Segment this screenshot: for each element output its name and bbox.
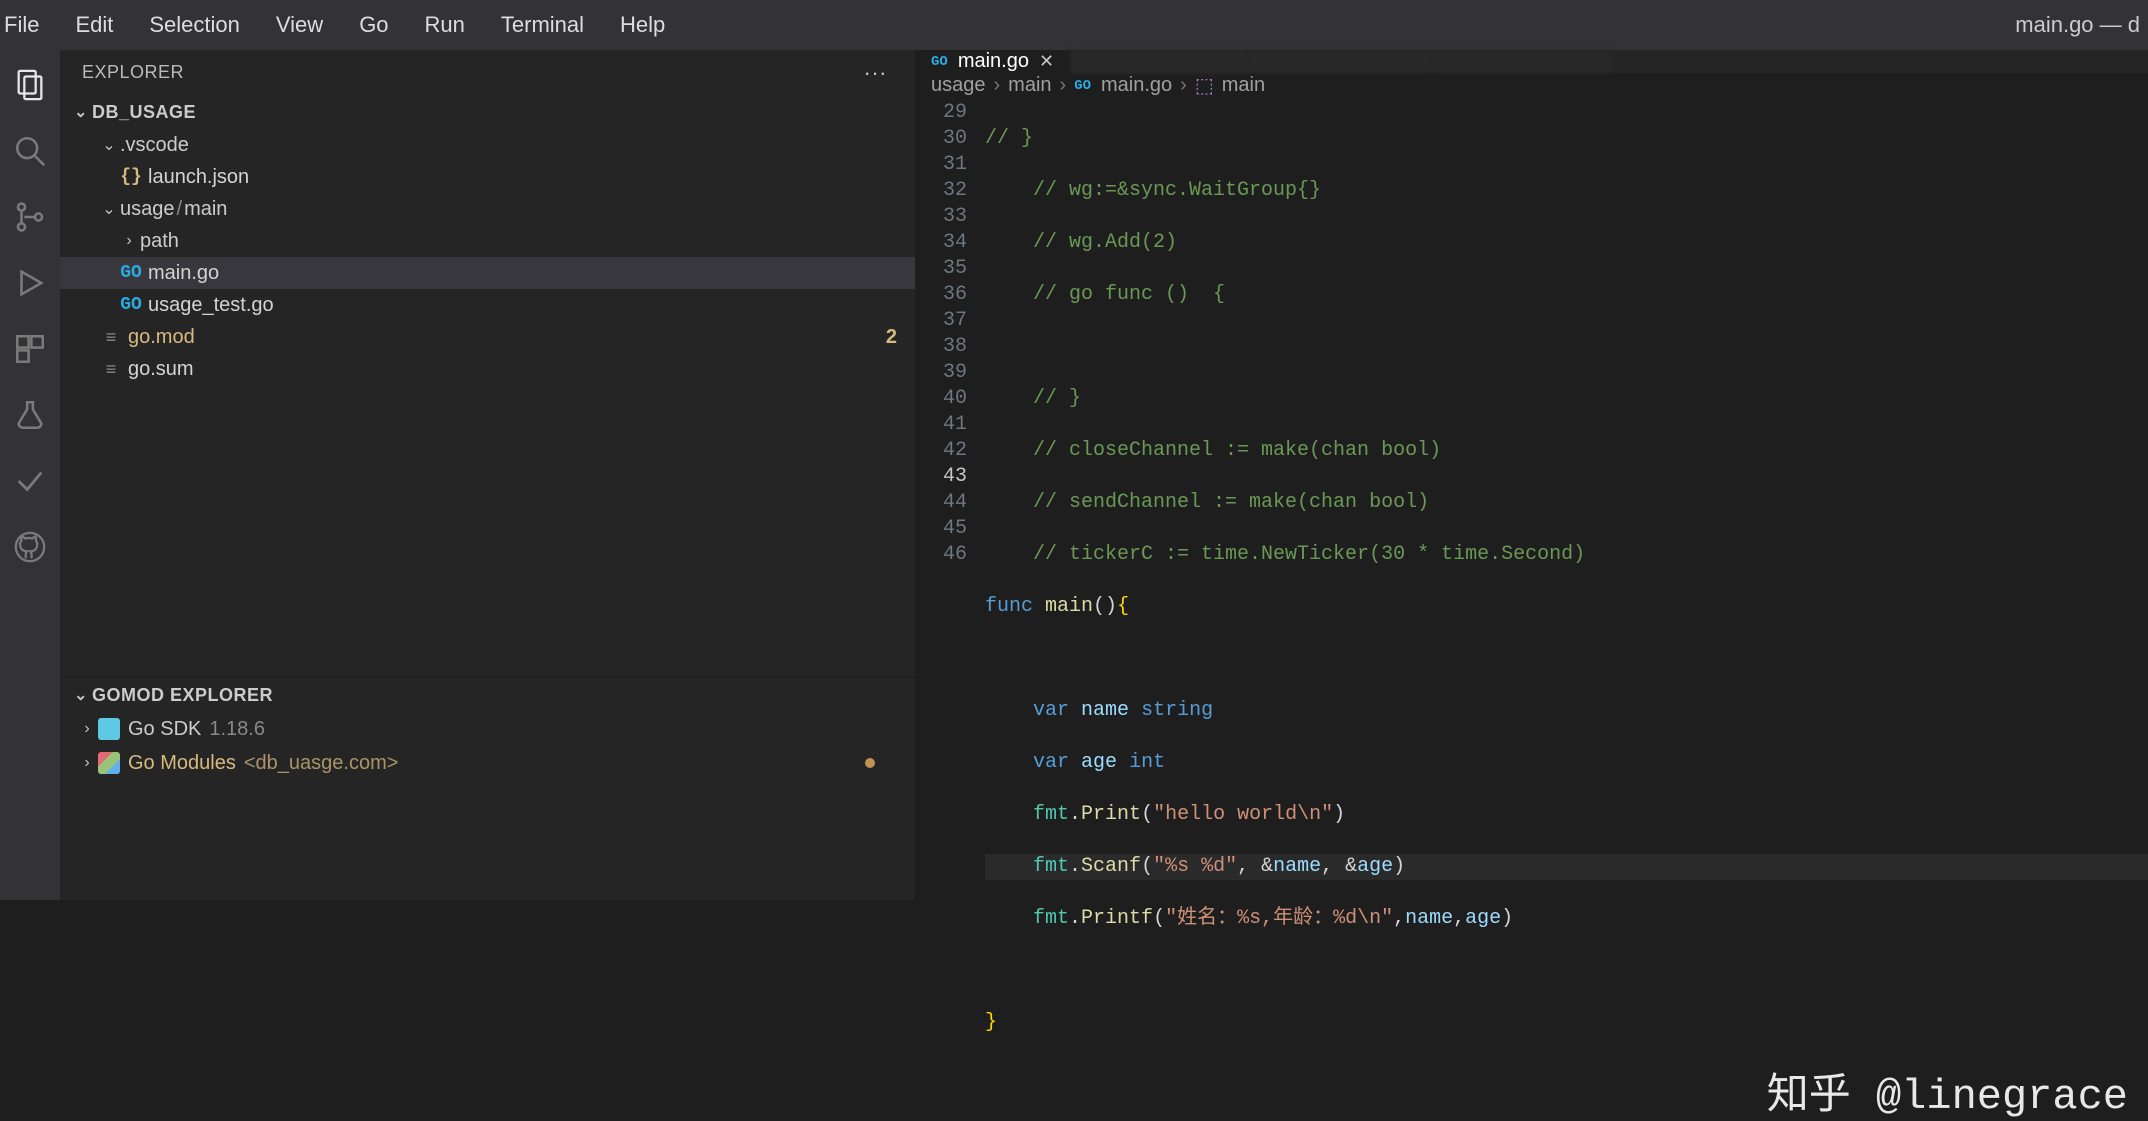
breadcrumb-main-go[interactable]: main.go: [1101, 74, 1172, 97]
menu-edit[interactable]: Edit: [57, 0, 131, 50]
activity-bar: [0, 50, 60, 900]
tree-file-go-mod[interactable]: ≡ go.mod 2: [60, 321, 915, 353]
workbench: EXPLORER ··· ⌄ DB_USAGE ⌄ .vscode {} lau…: [0, 50, 2148, 900]
watermark-text: 知乎 @linegrace: [1767, 1084, 2128, 1110]
code-editor[interactable]: 29303132 33343536 37383940 41424344 4546…: [915, 98, 2148, 1114]
gomod-section-title: GOMOD EXPLORER: [92, 685, 273, 706]
go-file-icon: GO: [118, 263, 144, 283]
sidebar-more-actions-icon[interactable]: ···: [864, 60, 893, 86]
go-file-icon: GO: [1074, 78, 1091, 94]
chevron-down-icon: ⌄: [98, 135, 120, 155]
chevron-right-icon: ›: [76, 720, 98, 738]
chevron-right-icon: ›: [76, 754, 98, 772]
folder-main-label: main: [184, 198, 227, 220]
breadcrumb-sep-icon: ›: [1060, 74, 1067, 97]
editor-group: GO main.go ✕ usage › main › GO main.go ›…: [915, 50, 2148, 900]
sidebar-title: EXPLORER ···: [60, 50, 915, 95]
chevron-down-icon: ⌄: [70, 685, 92, 705]
file-icon: ≡: [98, 327, 124, 348]
go-file-icon: GO: [931, 54, 948, 70]
menu-selection[interactable]: Selection: [131, 0, 258, 50]
activity-explorer-icon[interactable]: [11, 66, 49, 104]
go-file-icon: GO: [118, 295, 144, 315]
breadcrumb[interactable]: usage › main › GO main.go › ⬚ main: [915, 73, 2148, 98]
tree-folder-path[interactable]: › path: [60, 225, 915, 257]
menu-file[interactable]: File: [0, 0, 57, 50]
json-icon: {}: [118, 167, 144, 187]
tree-file-go-sum[interactable]: ≡ go.sum: [60, 353, 915, 385]
tree-file-launch-json[interactable]: {} launch.json: [60, 161, 915, 193]
breadcrumb-usage[interactable]: usage: [931, 74, 986, 97]
tab-main-go[interactable]: GO main.go ✕: [915, 50, 1071, 73]
tree-file-usage-test-go[interactable]: GO usage_test.go: [60, 289, 915, 321]
window-title: main.go — d: [2015, 12, 2148, 38]
close-icon[interactable]: ✕: [1039, 51, 1054, 72]
activity-run-debug-icon[interactable]: [11, 264, 49, 302]
gomod-go-sdk[interactable]: › Go SDK 1.18.6: [60, 712, 915, 746]
line-number-gutter: 29303132 33343536 37383940 41424344 4546: [915, 98, 985, 1114]
activity-search-icon[interactable]: [11, 132, 49, 170]
activity-github-icon[interactable]: [11, 528, 49, 566]
activity-source-control-icon[interactable]: [11, 198, 49, 236]
gomod-explorer-section: ⌄ GOMOD EXPLORER › Go SDK 1.18.6 › Go Mo…: [60, 677, 915, 900]
menu-terminal[interactable]: Terminal: [483, 0, 602, 50]
chevron-down-icon: ⌄: [70, 102, 92, 122]
tab-hidden-1[interactable]: [1071, 50, 1251, 73]
modules-icon: [98, 752, 120, 774]
breadcrumb-sep-icon: ›: [1180, 74, 1187, 97]
breadcrumb-main-folder[interactable]: main: [1008, 74, 1051, 97]
folder-usage-label: usage: [120, 198, 175, 220]
menu-view[interactable]: View: [258, 0, 341, 50]
activity-testing-icon[interactable]: [11, 396, 49, 434]
symbol-package-icon: ⬚: [1195, 73, 1214, 98]
module-status-dot-icon: [865, 758, 875, 768]
gomod-section-header[interactable]: ⌄ GOMOD EXPLORER: [60, 678, 915, 712]
gopher-icon: [98, 718, 120, 740]
gomod-go-modules[interactable]: › Go Modules <db_uasge.com>: [60, 746, 915, 780]
tab-hidden-2[interactable]: [1251, 50, 1431, 73]
tree-file-main-go[interactable]: GO main.go: [60, 257, 915, 289]
tree-folder-vscode[interactable]: ⌄ .vscode: [60, 129, 915, 161]
chevron-right-icon: ›: [118, 232, 140, 250]
menu-help[interactable]: Help: [602, 0, 683, 50]
file-tree: ⌄ .vscode {} launch.json ⌄ usage/main › …: [60, 129, 915, 385]
project-header[interactable]: ⌄ DB_USAGE: [60, 95, 915, 129]
breadcrumb-symbol-main[interactable]: main: [1222, 74, 1265, 97]
tab-label: main.go: [958, 50, 1029, 73]
menu-run[interactable]: Run: [407, 0, 483, 50]
project-name: DB_USAGE: [92, 102, 196, 123]
activity-check-icon[interactable]: [11, 462, 49, 500]
code-content[interactable]: // } // wg:=&sync.WaitGroup{} // wg.Add(…: [985, 98, 2148, 1114]
tree-folder-usage-main[interactable]: ⌄ usage/main: [60, 193, 915, 225]
menu-go[interactable]: Go: [341, 0, 406, 50]
editor-tab-bar: GO main.go ✕: [915, 50, 2148, 73]
breadcrumb-sep-icon: ›: [994, 74, 1001, 97]
modification-badge: 2: [886, 326, 897, 349]
sidebar-title-label: EXPLORER: [82, 62, 864, 83]
tab-hidden-3[interactable]: [1431, 50, 1611, 73]
sidebar: EXPLORER ··· ⌄ DB_USAGE ⌄ .vscode {} lau…: [60, 50, 915, 900]
chevron-down-icon: ⌄: [98, 199, 120, 219]
file-icon: ≡: [98, 359, 124, 380]
menu-bar: File Edit Selection View Go Run Terminal…: [0, 0, 2148, 50]
activity-extensions-icon[interactable]: [11, 330, 49, 368]
